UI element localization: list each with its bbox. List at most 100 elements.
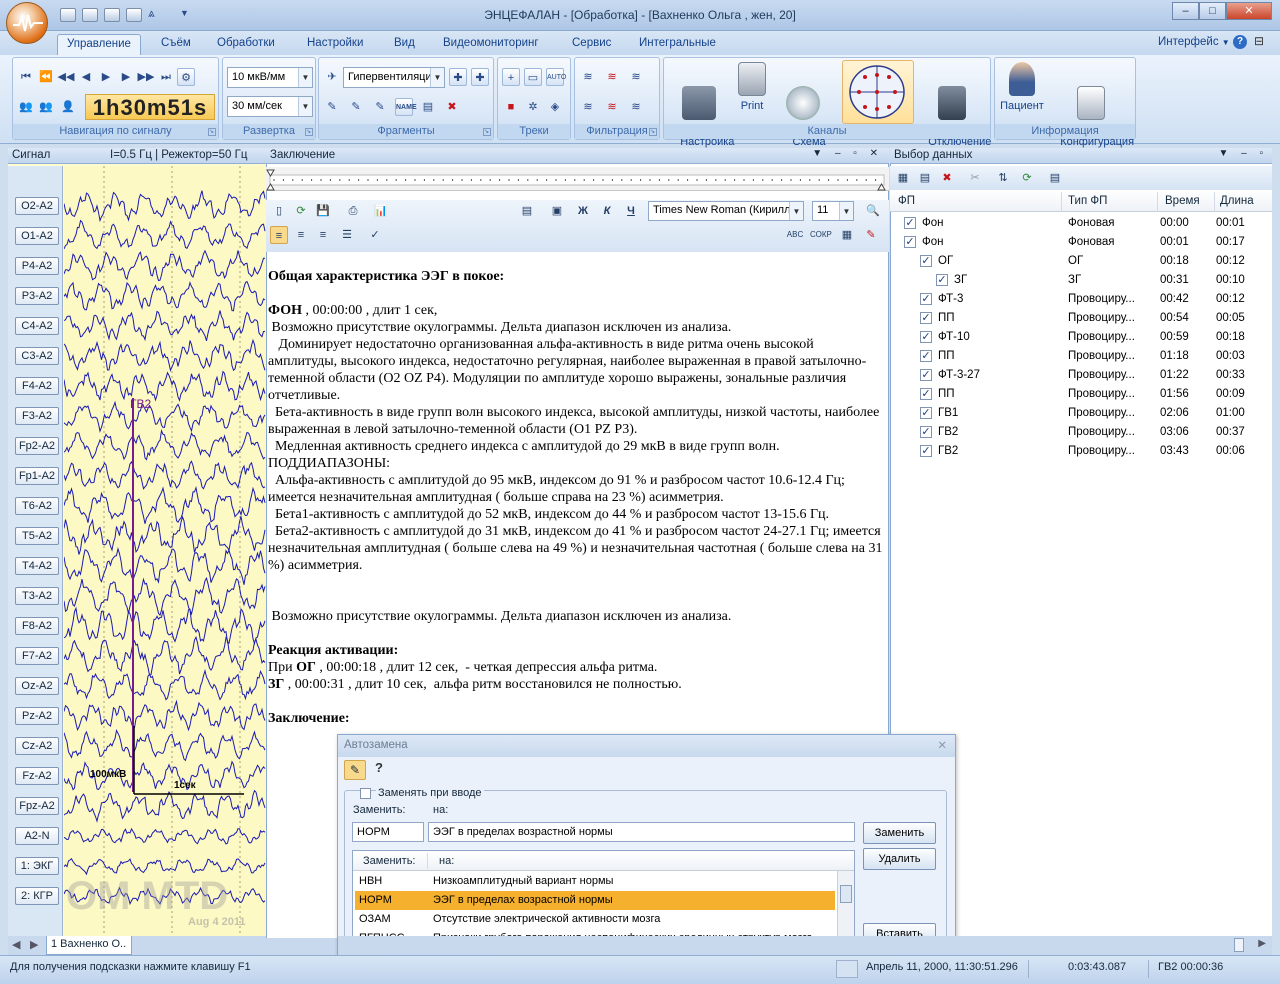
forward-icon[interactable]: ▶▶: [137, 68, 155, 86]
frag-name-icon[interactable]: NAME: [395, 98, 417, 116]
insert-table-icon[interactable]: ▦: [838, 226, 856, 244]
frag-tool3-icon[interactable]: ✎: [371, 98, 389, 116]
insert-image-icon[interactable]: ▣: [548, 202, 566, 220]
autoreplace-help-icon[interactable]: ?: [372, 760, 386, 780]
align-left-button[interactable]: ≡: [270, 226, 288, 244]
track-auto-icon[interactable]: AUTO: [546, 68, 566, 86]
frag-tool1-icon[interactable]: ✎: [323, 98, 341, 116]
minimize-button[interactable]: –: [1172, 2, 1199, 20]
sensitivity-combo[interactable]: 10 мкВ/мм ▼: [227, 67, 313, 88]
filter-off-icon[interactable]: ≋: [603, 98, 621, 116]
rewind-icon[interactable]: ◀◀: [57, 68, 75, 86]
conclusion-document[interactable]: Общая характеристика ЭЭГ в покое: ФОН , …: [268, 268, 886, 738]
channel-button[interactable]: T4-A2: [15, 557, 59, 575]
refresh-icon[interactable]: ⟳: [292, 202, 310, 220]
table-row[interactable]: ✓ ПП Провоциру... 00:54 00:05: [890, 309, 1272, 328]
tab-integral[interactable]: Интегральные: [630, 34, 725, 55]
autoreplace-close-button[interactable]: ✕: [937, 738, 947, 752]
channel-button[interactable]: P3-A2: [15, 287, 59, 305]
panel-controls[interactable]: ▼ – ▫ ✕: [812, 148, 883, 159]
channel-button[interactable]: Fz-A2: [15, 767, 59, 785]
align-center-button[interactable]: ≡: [292, 226, 310, 244]
abbrev-icon[interactable]: СОКР: [810, 226, 832, 244]
channel-button[interactable]: P4-A2: [15, 257, 59, 275]
sync-icon[interactable]: ⚙: [177, 68, 195, 86]
channel-button[interactable]: Fpz-A2: [15, 797, 59, 815]
head-scheme-button[interactable]: [842, 60, 914, 124]
channel-button[interactable]: C4-A2: [15, 317, 59, 335]
report-icon[interactable]: ▤: [1046, 169, 1064, 187]
table-row[interactable]: ✓ ГВ2 Провоциру... 03:43 00:06: [890, 442, 1272, 461]
filter-low-icon[interactable]: ≋: [579, 68, 597, 86]
filter-band-icon[interactable]: ≋: [627, 68, 645, 86]
channel-button[interactable]: O2-A2: [15, 197, 59, 215]
autotext-icon[interactable]: ABC: [786, 226, 804, 244]
tab-control[interactable]: Управление: [57, 34, 141, 55]
tab-service[interactable]: Сервис: [563, 34, 620, 55]
tab-videomonitoring[interactable]: Видеомониторинг: [434, 34, 548, 55]
edit-row-icon[interactable]: ▤: [916, 169, 934, 187]
close-button[interactable]: ✕: [1226, 2, 1272, 20]
speed-combo[interactable]: 30 мм/сек ▼: [227, 96, 313, 117]
sync-rows-icon[interactable]: ⟳: [1018, 169, 1036, 187]
filter-group-expand-icon[interactable]: ↘: [649, 128, 657, 136]
row-checkbox[interactable]: ✓: [920, 369, 932, 381]
eeg-trace-area[interactable]: ГВ2 100мкВ 1сек OM MTD Aug 4 2011: [64, 166, 266, 938]
new-doc-icon[interactable]: ▯: [270, 202, 288, 220]
row-checkbox[interactable]: ✓: [920, 312, 932, 324]
sweep-group-expand-icon[interactable]: ↘: [305, 128, 313, 136]
print-doc-icon[interactable]: ⎙: [344, 202, 362, 220]
channel-button[interactable]: C3-A2: [15, 347, 59, 365]
channel-button[interactable]: F7-A2: [15, 647, 59, 665]
autoreplace-list-item[interactable]: НОРМ ЭЭГ в пределах возрастной нормы: [355, 891, 835, 910]
table-row[interactable]: ✓ ГВ1 Провоциру... 02:06 01:00: [890, 404, 1272, 423]
rewind-fast-icon[interactable]: ⏪: [37, 68, 55, 86]
ribbon-collapse-icon[interactable]: ⊟: [1254, 34, 1270, 50]
row-checkbox[interactable]: ✓: [920, 388, 932, 400]
replace-button[interactable]: Заменить: [863, 822, 936, 844]
last-icon[interactable]: ⏭: [157, 68, 175, 86]
autoreplace-list-item[interactable]: ОЗАМ Отсутствие электрической активности …: [355, 910, 835, 929]
fragment-icon[interactable]: ✈: [323, 68, 341, 86]
autoreplace-list-item[interactable]: НВН Низкоамплитудный вариант нормы: [355, 872, 835, 891]
maximize-button[interactable]: □: [1199, 2, 1226, 20]
channel-button[interactable]: F8-A2: [15, 617, 59, 635]
channel-button[interactable]: Oz-A2: [15, 677, 59, 695]
table-row[interactable]: ✓ ФТ-10 Провоциру... 00:59 00:18: [890, 328, 1272, 347]
fragments-group-expand-icon[interactable]: ↘: [483, 128, 491, 136]
add-fragment-icon[interactable]: ✚: [449, 68, 467, 86]
tab-recording[interactable]: Съём: [152, 34, 200, 55]
filter-high-icon[interactable]: ≋: [603, 68, 621, 86]
table-row[interactable]: ✓ ГВ2 Провоциру... 03:06 00:37: [890, 423, 1272, 442]
table-row[interactable]: ✓ Фон Фоновая 00:01 00:17: [890, 233, 1272, 252]
add-row-icon[interactable]: ▦: [894, 169, 912, 187]
eeg-traces[interactable]: [64, 166, 266, 938]
col-fp-type[interactable]: Тип ФП: [1068, 192, 1158, 212]
channel-button[interactable]: A2-N: [15, 827, 59, 845]
row-checkbox[interactable]: ✓: [920, 255, 932, 267]
channel-button[interactable]: T5-A2: [15, 527, 59, 545]
col-length[interactable]: Длина: [1220, 192, 1270, 212]
channel-button[interactable]: F3-A2: [15, 407, 59, 425]
patients-icon[interactable]: 👥: [17, 98, 35, 116]
table-row[interactable]: ✓ ПП Провоциру... 01:56 00:09: [890, 385, 1272, 404]
row-checkbox[interactable]: ✓: [920, 293, 932, 305]
row-checkbox[interactable]: ✓: [936, 274, 948, 286]
channel-button[interactable]: T6-A2: [15, 497, 59, 515]
channel-button[interactable]: T3-A2: [15, 587, 59, 605]
track-mark-icon[interactable]: ◈: [546, 98, 564, 116]
channel-button[interactable]: Fp2-A2: [15, 437, 59, 455]
bullet-list-button[interactable]: ☰: [338, 226, 356, 244]
channel-button[interactable]: 2: КГР: [15, 887, 59, 905]
replace-input[interactable]: НОРМ: [352, 822, 424, 842]
row-checkbox[interactable]: ✓: [920, 331, 932, 343]
tab-view[interactable]: Вид: [385, 34, 424, 55]
tab-processing[interactable]: Обработки: [208, 34, 284, 55]
print-button[interactable]: Print: [734, 62, 770, 112]
row-checkbox[interactable]: ✓: [920, 445, 932, 457]
font-size-combo[interactable]: 11 ▼: [812, 201, 854, 221]
table-row[interactable]: ✓ ОГ ОГ 00:18 00:12: [890, 252, 1272, 271]
clear-format-icon[interactable]: ✎: [862, 226, 880, 244]
first-icon[interactable]: ⏮: [17, 68, 35, 86]
tab-scroll-right-icon[interactable]: ▶: [30, 938, 38, 951]
